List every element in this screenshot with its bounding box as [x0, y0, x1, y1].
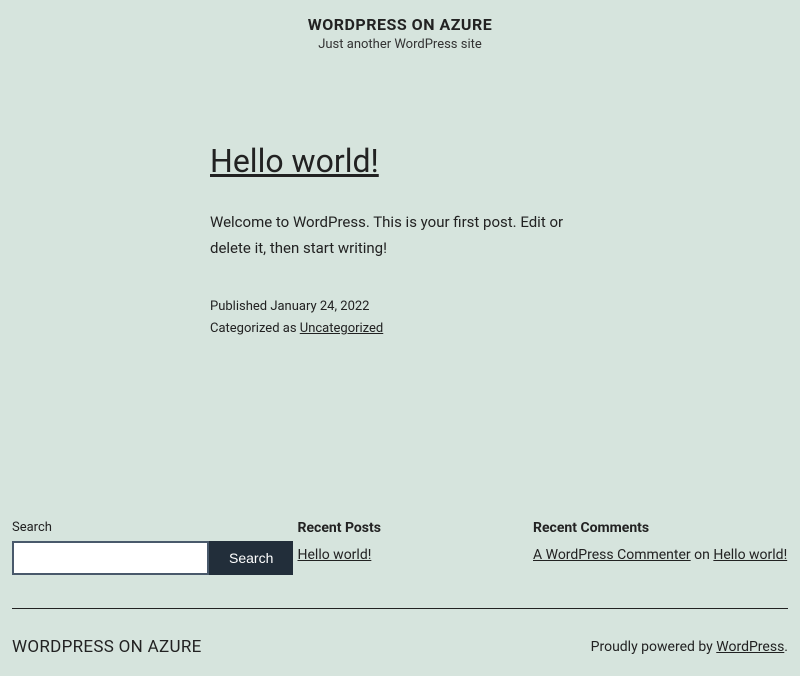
footer-site-title[interactable]: WORDPRESS ON AZURE — [12, 637, 202, 657]
search-widget: Search Search — [12, 520, 262, 575]
site-footer: WORDPRESS ON AZURE Proudly powered by Wo… — [0, 627, 800, 672]
category-link[interactable]: Uncategorized — [300, 321, 383, 336]
site-title[interactable]: WORDPRESS ON AZURE — [0, 15, 800, 34]
footer-credit: Proudly powered by WordPress. — [591, 639, 788, 655]
recent-posts-widget: Recent Posts Hello world! — [298, 520, 518, 575]
recent-posts-title: Recent Posts — [298, 520, 518, 536]
commenter-link[interactable]: A WordPress Commenter — [533, 547, 691, 563]
search-label: Search — [12, 520, 262, 535]
footer-divider — [12, 608, 788, 609]
recent-comments-title: Recent Comments — [533, 520, 788, 536]
post: Hello world! Welcome to WordPress. This … — [210, 142, 590, 340]
site-tagline: Just another WordPress site — [0, 37, 800, 52]
wordpress-link[interactable]: WordPress — [716, 639, 784, 655]
post-excerpt: Welcome to WordPress. This is your first… — [210, 210, 590, 261]
credit-suffix: . — [784, 639, 788, 655]
published-label: Published — [210, 299, 270, 314]
search-button[interactable]: Search — [209, 541, 293, 575]
search-input[interactable] — [12, 541, 209, 575]
recent-comments-widget: Recent Comments A WordPress Commenter on… — [533, 520, 788, 575]
categorized-label: Categorized as — [210, 321, 300, 336]
recent-post-link[interactable]: Hello world! — [298, 547, 372, 563]
footer-widgets: Search Search Recent Posts Hello world! … — [0, 400, 800, 590]
site-header: WORDPRESS ON AZURE Just another WordPres… — [0, 0, 800, 62]
post-meta: Published January 24, 2022 Categorized a… — [210, 296, 590, 340]
main-content: Hello world! Welcome to WordPress. This … — [0, 62, 800, 400]
post-title-link[interactable]: Hello world! — [210, 142, 590, 180]
post-date: January 24, 2022 — [270, 299, 369, 314]
credit-text: Proudly powered by — [591, 639, 717, 655]
on-text: on — [691, 547, 714, 563]
commented-post-link[interactable]: Hello world! — [713, 547, 787, 563]
